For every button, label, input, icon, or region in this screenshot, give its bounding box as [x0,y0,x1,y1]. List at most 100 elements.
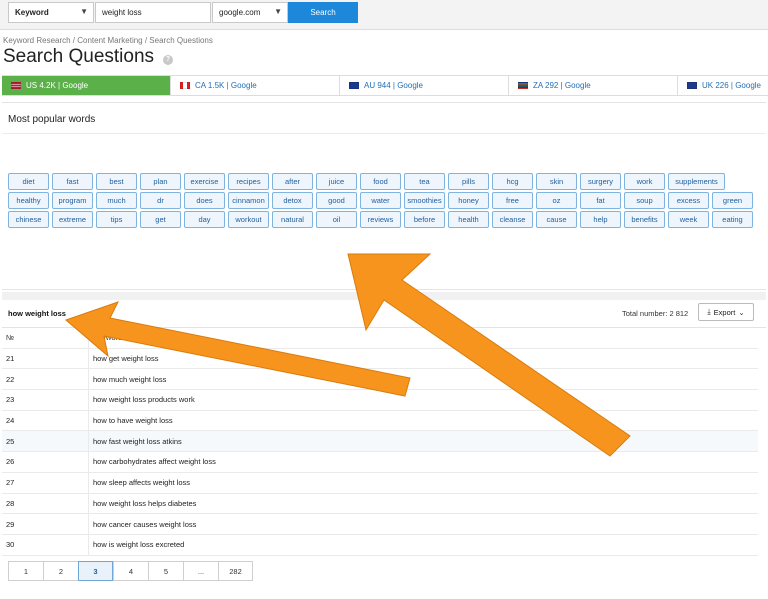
word-chip[interactable]: dr [140,192,181,209]
tab-us[interactable]: US 4.2K | Google [2,76,171,95]
word-chip[interactable]: week [668,211,709,228]
word-chip[interactable]: free [492,192,533,209]
download-icon: ⤓ [707,307,711,316]
database-select[interactable]: google.com ▼ [212,2,288,23]
word-chip[interactable]: chinese [8,211,49,228]
row-keyword[interactable]: how sleep affects weight loss [89,478,190,487]
word-chip[interactable]: health [448,211,489,228]
row-keyword[interactable]: how cancer causes weight loss [89,520,196,529]
row-keyword[interactable]: how much weight loss [89,375,166,384]
word-chip[interactable]: good [316,192,357,209]
word-chip[interactable]: food [360,173,401,190]
word-chip[interactable]: cinnamon [228,192,269,209]
word-chip[interactable]: diet [8,173,49,190]
tab-au[interactable]: AU 944 | Google [340,76,509,95]
word-chip[interactable]: green [712,192,753,209]
word-chip[interactable]: smoothies [404,192,445,209]
results-header: how weight loss Total number: 2 812 ⤓ Exp… [2,300,766,328]
word-chip[interactable]: program [52,192,93,209]
row-number: 26 [2,452,89,472]
total-label: Total number: [622,309,668,318]
word-chip[interactable]: surgery [580,173,621,190]
word-chip[interactable]: honey [448,192,489,209]
word-chip[interactable]: much [96,192,137,209]
row-keyword[interactable]: how weight loss products work [89,395,195,404]
word-chip[interactable]: recipes [228,173,269,190]
word-chip[interactable]: fast [52,173,93,190]
word-chip[interactable]: healthy [8,192,49,209]
flag-icon [518,82,528,89]
word-chip[interactable]: workout [228,211,269,228]
word-chip[interactable]: fat [580,192,621,209]
tab-label: UK 226 | Google [702,81,762,90]
breadcrumb[interactable]: Keyword Research / Content Marketing / S… [3,36,213,45]
pagination: 1 2 3 4 5... 282 [8,561,253,581]
word-chip[interactable]: supplements [668,173,725,190]
word-chip[interactable]: after [272,173,313,190]
word-chip[interactable]: help [580,211,621,228]
flag-icon [180,82,190,89]
row-keyword[interactable]: how to have weight loss [89,416,173,425]
table-row: 23 how weight loss products work [2,390,758,411]
word-chip[interactable]: exercise [184,173,225,190]
word-chip[interactable]: soup [624,192,665,209]
word-chip[interactable]: get [140,211,181,228]
column-header-keywords[interactable]: Keywords [89,333,126,342]
word-chip[interactable]: detox [272,192,313,209]
export-label: Export [713,307,736,317]
page-button[interactable]: 3 [78,561,113,581]
search-type-select[interactable]: Keyword ▼ [8,2,94,23]
word-chip[interactable]: day [184,211,225,228]
column-header-number[interactable]: № [2,328,89,348]
chevron-down-icon: ⌄ [738,307,745,317]
search-button[interactable]: Search [288,2,358,23]
word-chip[interactable]: extreme [52,211,93,228]
page-button[interactable]: 282 [218,561,253,581]
word-chip[interactable]: oil [316,211,357,228]
tab-ca[interactable]: CA 1.5K | Google [171,76,340,95]
row-keyword[interactable]: how get weight loss [89,354,158,363]
word-chip[interactable]: before [404,211,445,228]
divider [2,292,766,300]
page-button[interactable]: 4 [113,561,148,581]
word-chip[interactable]: work [624,173,665,190]
word-chip[interactable]: eating [712,211,753,228]
row-keyword[interactable]: how weight loss helps diabetes [89,499,196,508]
word-chip[interactable]: juice [316,173,357,190]
export-button[interactable]: ⤓ Export ⌄ [698,303,754,321]
row-number: 22 [2,369,89,390]
word-chip[interactable]: water [360,192,401,209]
word-chip[interactable]: tips [96,211,137,228]
page-button[interactable]: 2 [43,561,78,581]
row-keyword[interactable]: how is weight loss excreted [89,540,184,549]
row-keyword[interactable]: how carbohydrates affect weight loss [89,457,216,466]
page-button[interactable]: 5 [148,561,183,581]
flag-icon [687,82,697,89]
word-chip[interactable]: cleanse [492,211,533,228]
word-chip[interactable]: tea [404,173,445,190]
word-chip[interactable]: reviews [360,211,401,228]
word-chip[interactable]: benefits [624,211,665,228]
popular-words-panel: Most popular words diet fast best plan exerc… [2,102,766,290]
word-chip[interactable]: pills [448,173,489,190]
word-chip[interactable]: excess [668,192,709,209]
word-chip[interactable]: does [184,192,225,209]
database-value: google.com [219,8,261,17]
word-chip[interactable]: natural [272,211,313,228]
word-chip[interactable]: cause [536,211,577,228]
word-chip[interactable]: best [96,173,137,190]
tab-uk[interactable]: UK 226 | Google [678,76,768,95]
info-icon[interactable]: ? [163,55,173,65]
tab-za[interactable]: ZA 292 | Google [509,76,678,95]
word-chip[interactable]: oz [536,192,577,209]
tab-label: CA 1.5K | Google [195,81,257,90]
search-input[interactable] [95,2,211,23]
row-keyword[interactable]: how fast weight loss atkins [89,437,182,446]
total-value: 2 812 [669,309,689,318]
table-row: 25 how fast weight loss atkins [2,431,758,453]
word-chip[interactable]: plan [140,173,181,190]
page-button[interactable]: ... [183,561,218,581]
page-button[interactable]: 1 [8,561,43,581]
word-chip[interactable]: skin [536,173,577,190]
word-chip[interactable]: hcg [492,173,533,190]
